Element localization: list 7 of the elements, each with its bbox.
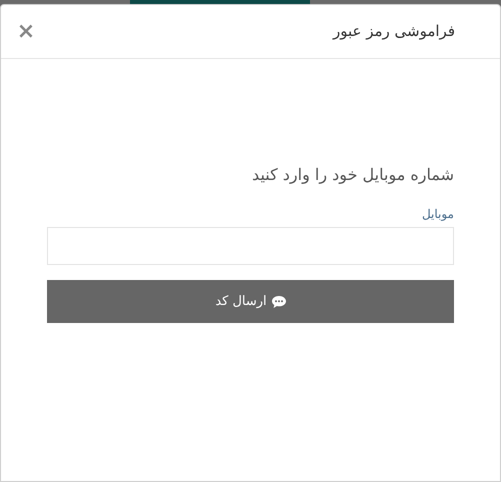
field-label: موبایل [422, 206, 454, 223]
prompt-text: شماره موبایل خود را وارد کنید [251, 164, 454, 186]
chat-bubble-icon [272, 296, 286, 308]
close-button[interactable]: × [18, 22, 34, 42]
send-code-button[interactable]: ارسال کد [47, 280, 454, 323]
dialog-title: فراموشی رمز عبور [332, 21, 455, 42]
mobile-input[interactable] [47, 227, 454, 265]
